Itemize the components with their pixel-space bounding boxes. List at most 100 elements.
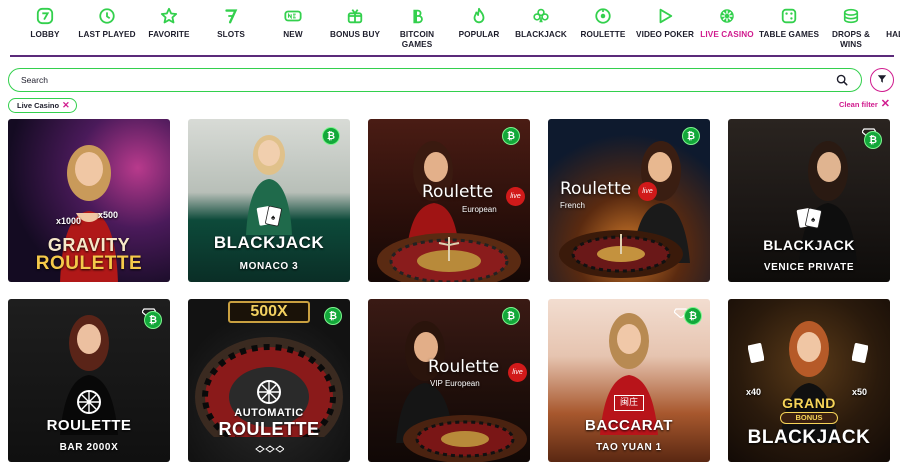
nav-item-favorite[interactable]: FAVORITE [138, 0, 200, 40]
bitcoin-badge-icon: ₿ [682, 127, 700, 145]
game-subtitle: European [462, 205, 497, 214]
funnel-icon [877, 71, 887, 89]
live-badge: live [508, 363, 527, 382]
nav-item-new[interactable]: NEW [262, 0, 324, 40]
chip-label: Live Casino [17, 101, 60, 110]
bonus-badge: BONUS [780, 412, 838, 424]
game-title: AUTOMATIC [234, 407, 304, 419]
roulette-emblem-icon [77, 390, 101, 414]
nav-label: ROULETTE [580, 30, 626, 39]
game-title: Roulette [422, 182, 494, 202]
close-icon: ✕ [880, 98, 890, 110]
game-subtitle: MONACO 3 [239, 261, 299, 272]
game-subtitle: ROULETTE [35, 253, 143, 274]
nav-label: BITCOIN GAMES [399, 30, 435, 49]
nav-item-drops-wins[interactable]: DROPS & WINS [820, 0, 882, 49]
bitcoin-badge-icon: ₿ [502, 307, 520, 325]
game-subtitle: VENICE PRIVATE [763, 262, 855, 273]
multiplier-label: x500 [98, 210, 119, 220]
game-grid: x1000 x500 GRAVITY ROULETTE ₿ ♠ BLACKJAC… [8, 119, 894, 462]
dice-icon [779, 6, 799, 26]
multiplier-banner: 500X [228, 301, 310, 323]
live-badge: live [506, 187, 525, 206]
game-card[interactable]: 500X ₿ AUTOMATIC ROULETTE [188, 299, 350, 462]
nav-item-roulette[interactable]: ROULETTE [572, 0, 634, 40]
game-title: ROULETTE [46, 417, 132, 434]
game-card[interactable]: ₿ ♠ BLACKJACK MONACO 3 [188, 119, 350, 282]
game-subtitle: ROULETTE [218, 419, 320, 439]
roulette-wheel-image [403, 415, 528, 462]
nav-item-halloween[interactable]: HALLOWEEN [882, 0, 900, 40]
clean-filter-button[interactable]: Clean filter ✕ [839, 98, 890, 110]
lobby-7-icon [35, 6, 55, 26]
nav-label: TABLE GAMES [758, 30, 820, 39]
nav-item-blackjack[interactable]: BLACKJACK [510, 0, 572, 40]
filter-button[interactable] [870, 68, 894, 92]
nav-item-table-games[interactable]: TABLE GAMES [758, 0, 820, 40]
nav-label: DROPS & WINS [831, 30, 870, 49]
nav-label: HALLOWEEN [886, 30, 900, 39]
playing-cards-icon: ♠ [256, 205, 282, 227]
coins-icon [841, 6, 861, 26]
game-card[interactable]: ₿ Roulette live European [368, 119, 530, 282]
clean-filter-label: Clean filter [839, 99, 878, 109]
nav-label: LOBBY [30, 30, 60, 39]
game-title: BACCARAT [585, 417, 673, 434]
search-bar [8, 68, 862, 92]
nav-item-bonus-buy[interactable]: BONUS BUY [324, 0, 386, 40]
game-title: Roulette [560, 179, 632, 199]
game-card[interactable]: x40 x50 GRAND BONUS BLACKJACK [728, 299, 890, 462]
game-subtitle: TAO YUAN 1 [596, 442, 662, 453]
nav-label: VIDEO POKER [636, 30, 694, 39]
clock-icon [97, 6, 117, 26]
roulette-emblem-icon [257, 380, 281, 404]
new-badge-icon [283, 6, 303, 26]
club-icon [531, 6, 551, 26]
bitcoin-badge-icon: ₿ [864, 131, 882, 149]
multiplier-label: x1000 [56, 216, 82, 226]
game-title: BLACKJACK [213, 233, 325, 252]
game-title: GRAND [782, 395, 836, 411]
nav-item-lobby[interactable]: LOBBY [14, 0, 76, 40]
nav-item-bitcoin-games[interactable]: BITCOIN GAMES [386, 0, 448, 49]
game-subtitle: VIP European [430, 379, 480, 388]
roulette-wheel-image [377, 233, 521, 282]
roulette-wheel-image [558, 230, 683, 278]
filter-chip-live-casino[interactable]: Live Casino ✕ [8, 98, 77, 113]
nav-item-popular[interactable]: POPULAR [448, 0, 510, 40]
roulette-icon [593, 6, 613, 26]
bitcoin-badge-icon: ₿ [324, 307, 342, 325]
search-icon[interactable] [835, 73, 849, 87]
nav-item-live-casino[interactable]: LIVE CASINO [696, 0, 758, 40]
nav-label: SLOTS [217, 30, 245, 39]
playing-card-icon [748, 343, 764, 363]
category-nav: LOBBY LAST PLAYED FAVORITE SLOTS NEW BON… [0, 0, 900, 58]
game-card[interactable]: ₿ ROULETTE BAR 2000X [8, 299, 170, 462]
game-subtitle: BAR 2000X [59, 442, 119, 453]
dealer-sign: 闽庄 [614, 395, 644, 411]
nav-item-video-poker[interactable]: VIDEO POKER [634, 0, 696, 40]
chain-icon [255, 445, 284, 453]
playing-card-icon [852, 343, 868, 363]
nav-label: LIVE CASINO [700, 30, 754, 39]
nav-item-last-played[interactable]: LAST PLAYED [76, 0, 138, 40]
live-icon [717, 6, 737, 26]
bitcoin-icon [407, 6, 427, 26]
game-card[interactable]: ₿ 闽庄 BACCARAT TAO YUAN 1 [548, 299, 710, 462]
bitcoin-badge-icon: ₿ [502, 127, 520, 145]
flame-icon [469, 6, 489, 26]
game-card[interactable]: ₿ Roulette live VIP European [368, 299, 530, 462]
star-icon [159, 6, 179, 26]
game-card[interactable]: x1000 x500 GRAVITY ROULETTE [8, 119, 170, 282]
nav-label: LAST PLAYED [78, 30, 136, 39]
nav-label: BLACKJACK [515, 30, 567, 39]
game-card[interactable]: ₿ ♠ BLACKJACK VENICE PRIVATE [728, 119, 890, 282]
nav-label: BONUS BUY [329, 30, 381, 39]
live-badge: live [638, 182, 657, 201]
search-input[interactable] [21, 75, 835, 85]
bitcoin-badge-icon: ₿ [144, 311, 162, 329]
game-subtitle: French [560, 201, 585, 210]
game-card[interactable]: ₿ Roulette live French [548, 119, 710, 282]
close-icon[interactable]: ✕ [62, 101, 70, 110]
nav-item-slots[interactable]: SLOTS [200, 0, 262, 40]
